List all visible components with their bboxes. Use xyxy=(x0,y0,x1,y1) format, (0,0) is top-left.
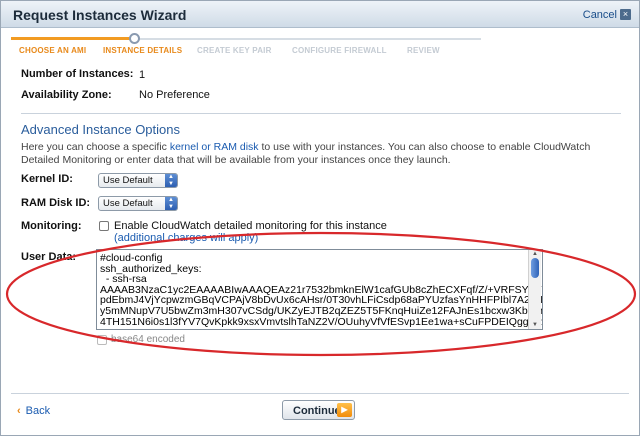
title-bar: Request Instances Wizard Cancel × xyxy=(1,1,639,28)
step-choose-ami: CHOOSE AN AMI xyxy=(19,46,87,55)
continue-button[interactable]: Continue ▶ xyxy=(282,400,355,420)
step-configure-firewall: CONFIGURE FIREWALL xyxy=(292,46,387,55)
monitoring-text: Enable CloudWatch detailed monitoring fo… xyxy=(114,220,387,232)
zone-value: No Preference xyxy=(139,89,210,101)
select-arrows-icon: ▲ ▼ xyxy=(165,174,177,187)
advanced-options-title: Advanced Instance Options xyxy=(21,122,180,137)
continue-label: Continue xyxy=(293,405,341,417)
window-title: Request Instances Wizard xyxy=(13,7,187,23)
user-data-label: User Data: xyxy=(21,251,77,263)
kernel-id-label: Kernel ID: xyxy=(21,173,73,185)
play-arrow-icon: ▶ xyxy=(337,403,352,417)
instances-value: 1 xyxy=(139,69,146,81)
zone-label: Availability Zone: xyxy=(21,89,112,101)
footer-divider xyxy=(11,393,629,394)
instances-label: Number of Instances: xyxy=(21,68,134,80)
progress-knob xyxy=(129,33,140,44)
back-label: Back xyxy=(25,405,51,417)
user-data-textarea[interactable]: #cloud-config ssh_authorized_keys: - ssh… xyxy=(96,249,543,330)
monitoring-charges-link[interactable]: (additional charges will apply) xyxy=(114,232,258,244)
step-create-key-pair: CREATE KEY PAIR xyxy=(197,46,272,55)
back-link[interactable]: ‹ Back xyxy=(17,405,50,417)
monitoring-checkbox[interactable] xyxy=(99,221,109,231)
ram-disk-label: RAM Disk ID: xyxy=(21,197,91,209)
user-data-scrollbar[interactable]: ▲ ▼ xyxy=(528,250,541,329)
ram-disk-select[interactable]: Use Default ▲ ▼ xyxy=(98,196,178,211)
kernel-ramdisk-link[interactable]: kernel or RAM disk xyxy=(170,141,259,153)
step-instance-details: INSTANCE DETAILS xyxy=(103,46,183,55)
chevron-left-icon: ‹ xyxy=(17,405,21,417)
desc-text-start: Here you can choose a specific xyxy=(21,141,170,153)
kernel-id-select[interactable]: Use Default ▲ ▼ xyxy=(98,173,178,188)
scroll-thumb[interactable] xyxy=(531,258,539,278)
advanced-description: Here you can choose a specific kernel or… xyxy=(21,141,621,167)
ram-disk-value: Use Default xyxy=(103,198,153,209)
progress-track-done xyxy=(11,37,136,40)
select-arrows-icon: ▲ ▼ xyxy=(165,197,177,210)
scroll-down-icon[interactable]: ▼ xyxy=(529,321,541,329)
step-review: REVIEW xyxy=(407,46,440,55)
monitoring-label: Monitoring: xyxy=(21,220,82,232)
close-icon[interactable]: × xyxy=(620,9,631,20)
kernel-id-value: Use Default xyxy=(103,175,153,186)
base64-label: base64 encoded xyxy=(111,334,185,345)
wizard-window: Request Instances Wizard Cancel × CHOOSE… xyxy=(0,0,640,436)
cancel-link[interactable]: Cancel xyxy=(583,9,617,21)
base64-checkbox[interactable] xyxy=(97,335,107,345)
section-divider xyxy=(21,113,621,114)
scroll-up-icon[interactable]: ▲ xyxy=(529,250,541,258)
wizard-progress: CHOOSE AN AMI INSTANCE DETAILS CREATE KE… xyxy=(1,29,639,59)
